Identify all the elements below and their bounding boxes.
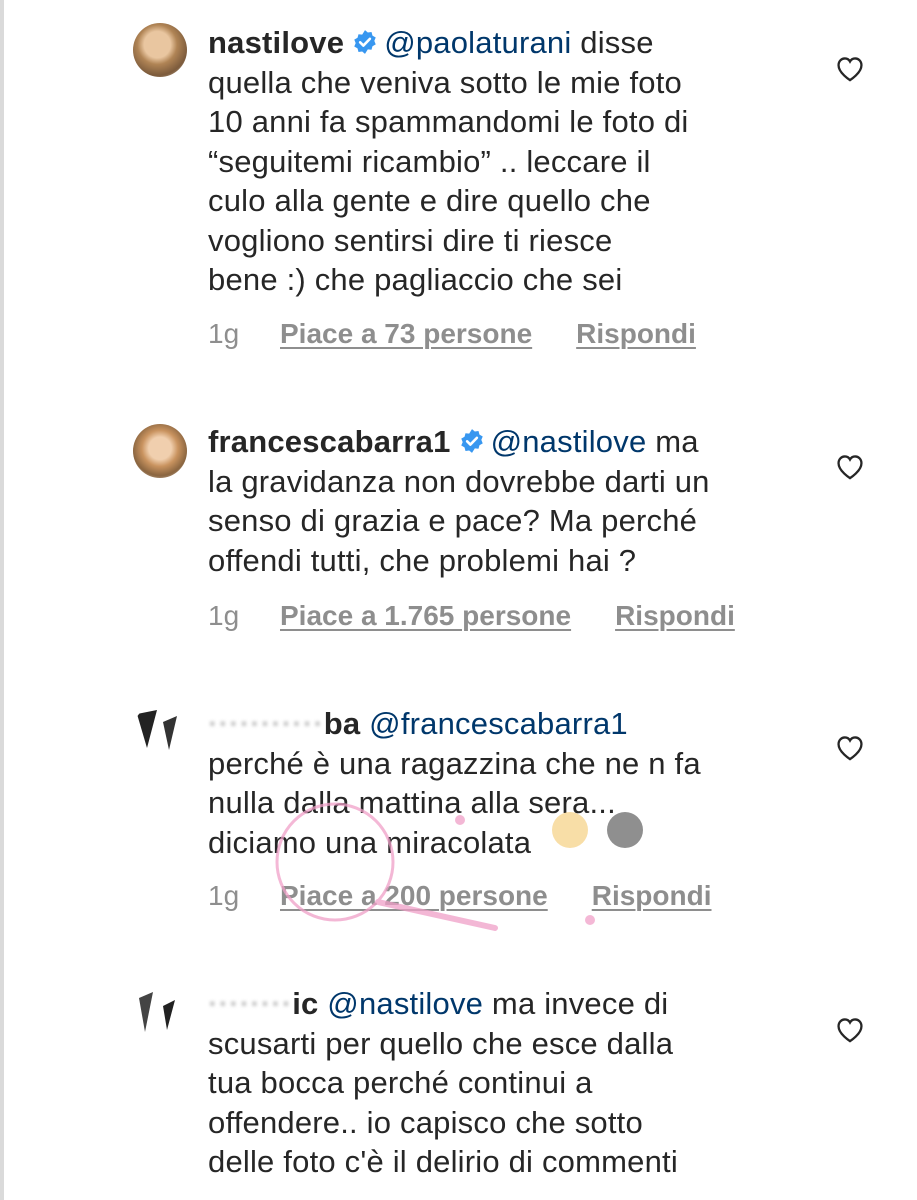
heart-icon[interactable] xyxy=(834,452,866,480)
comment-text-line: perché è una ragazzina che ne n fa xyxy=(208,745,701,781)
comment-text-line: disse xyxy=(571,25,654,60)
comment-text-line: quella che veniva sotto le mie foto xyxy=(208,64,682,100)
avatar[interactable] xyxy=(133,424,187,478)
comment-text-line: nulla dalla mattina alla sera... xyxy=(208,785,616,820)
likes-link[interactable]: Piace a 1.765 persone xyxy=(280,600,571,632)
comment-username[interactable]: ic xyxy=(292,986,318,1021)
avatar-fragment-icon xyxy=(139,992,175,1032)
comment-meta: 1g Piace a 1.765 persone Rispondi xyxy=(208,600,735,632)
avatar[interactable] xyxy=(133,986,187,1040)
heart-icon[interactable] xyxy=(834,54,866,82)
verified-badge-icon xyxy=(460,429,483,453)
comment-text-line: delle foto c'è il delirio di commenti xyxy=(208,1144,678,1179)
comment-text-line: ma xyxy=(646,424,699,459)
likes-link[interactable]: Piace a 200 persone xyxy=(280,880,548,912)
comment-mention[interactable]: @nastilove xyxy=(491,424,647,459)
comment-body: ⁠···········ba @francescabarra1 perché è… xyxy=(208,704,808,862)
comment-username[interactable]: francescabarra1 xyxy=(208,424,451,459)
comment-meta: 1g Piace a 200 persone Rispondi xyxy=(208,880,712,912)
comment-mention[interactable]: @francescabarra1 xyxy=(369,706,628,741)
comment-body: nastilove @paolaturani disse quella che v… xyxy=(208,23,808,300)
comment-text-line: diciamo una miracolata xyxy=(208,824,532,860)
comment-mention[interactable]: @nastilove xyxy=(327,986,483,1021)
comment-meta: 1g Piace a 73 persone Rispondi xyxy=(208,318,696,350)
comment-text-line: bene :) che pagliaccio che sei xyxy=(208,262,623,297)
heart-icon[interactable] xyxy=(834,1015,866,1043)
comment-text-line: vogliono sentirsi dire ti riesce xyxy=(208,222,613,258)
reply-button[interactable]: Rispondi xyxy=(576,318,696,350)
comment-timestamp: 1g xyxy=(208,880,240,911)
avatar-fragment-icon xyxy=(137,710,177,750)
comment-username[interactable]: ba xyxy=(324,706,361,741)
avatar[interactable] xyxy=(133,704,187,758)
reply-button[interactable]: Rispondi xyxy=(592,880,712,912)
comment-timestamp: 1g xyxy=(208,318,240,349)
verified-badge-icon xyxy=(354,30,376,54)
comment-text-line: senso di grazia e pace? Ma perché xyxy=(208,503,698,538)
comment-text-line: offendere.. io capisco che sotto xyxy=(208,1104,643,1140)
redacted-username: ········ xyxy=(208,986,293,1021)
comment-text-line: scusarti per quello che esce dalla xyxy=(208,1025,674,1061)
comment-text-line: culo alla gente e dire quello che xyxy=(208,183,651,218)
reply-button[interactable]: Rispondi xyxy=(615,600,735,632)
comment-text-line: offendi tutti, che problemi hai ? xyxy=(208,542,637,578)
avatar[interactable] xyxy=(133,23,187,77)
redacted-username: ⁠··········· xyxy=(208,706,324,741)
heart-icon[interactable] xyxy=(834,733,866,761)
comment-mention[interactable]: @paolaturani xyxy=(384,25,571,60)
comment-text-line: la gravidanza non dovrebbe darti un xyxy=(208,463,710,499)
comment-username[interactable]: nastilove xyxy=(208,25,344,60)
comment-text-line: tua bocca perché continui a xyxy=(208,1065,593,1100)
comment-body: ········ic @nastilove ma invece di scusa… xyxy=(208,984,808,1182)
comment-text-line: “seguitemi ricambio” .. leccare il xyxy=(208,143,651,179)
likes-link[interactable]: Piace a 73 persone xyxy=(280,318,532,350)
comment-text-line: 10 anni fa spammandomi le foto di xyxy=(208,104,689,139)
screenshot-border xyxy=(0,0,4,1200)
comment-text-line: ma invece di xyxy=(483,986,669,1021)
comment-body: francescabarra1 @nastilove ma la gravidan… xyxy=(208,422,808,580)
comment-timestamp: 1g xyxy=(208,600,240,631)
